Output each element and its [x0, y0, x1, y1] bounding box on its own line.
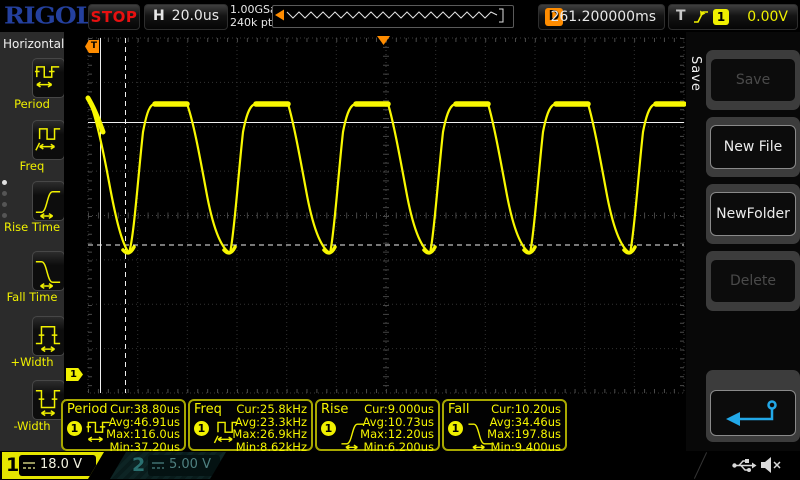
menu-item-freq[interactable] [32, 120, 65, 160]
menu-item-plus-width-label: +Width [0, 355, 64, 369]
run-state-label: STOP [91, 8, 138, 26]
ch1-waveform [88, 98, 684, 253]
channel1-scale: 18.0 V [40, 457, 82, 472]
channel2-number: 2 [132, 454, 145, 476]
usb-icon [731, 457, 757, 474]
rising-edge-icon [691, 7, 711, 27]
trigger-level-value: 0.00V [747, 9, 788, 25]
freq-icon [34, 124, 62, 158]
dc-coupling-icon [22, 461, 36, 472]
new-file-button[interactable]: New File [710, 125, 796, 169]
delay-value: 261.200000ms [550, 9, 656, 25]
menu-item-period[interactable] [32, 58, 65, 98]
trigger-status-box[interactable]: T 1 0.00V [668, 4, 798, 30]
menu-item-rise-time-label: Rise Time [0, 220, 64, 234]
oscilloscope-screen: { "top_bar": { "logo": "RIGOL", "run_sta… [0, 0, 800, 480]
measurement-source-badge: 1 [194, 421, 209, 436]
fall-time-icon [34, 255, 62, 289]
channel2-badge[interactable]: 2 5.00 V [110, 452, 228, 479]
measurement-panel-period[interactable]: Period 1 Cur:38.80us Avg:46.91us Max:116… [61, 399, 186, 451]
menu-page-dot [2, 202, 7, 207]
horizontal-delay-box[interactable]: D 261.200000ms [538, 4, 665, 30]
minus-width-icon [34, 384, 62, 418]
measurement-name: Period [67, 402, 108, 417]
menu-tab-save: Save [688, 56, 703, 92]
menu-item-fall-time-label: Fall Time [0, 290, 64, 304]
trigger-source-badge: 1 [713, 9, 729, 25]
measurement-name: Rise [321, 402, 348, 417]
return-button[interactable] [710, 390, 796, 436]
graticule-and-waveform [64, 32, 686, 399]
measurement-source-badge: 1 [321, 421, 336, 436]
rise-time-icon [34, 185, 62, 219]
channel-status-bar: 1 18.0 V 2 5.00 V [0, 451, 800, 480]
period-icon [34, 62, 62, 96]
horizontal-measure-menu: Horizontal Period Freq Rise Time Fall Ti… [0, 32, 64, 451]
h-label: H [153, 8, 165, 24]
waveform-display [64, 32, 686, 399]
channel1-number: 1 [6, 454, 19, 476]
measurement-name: Freq [194, 402, 222, 417]
trigger-label: T [676, 8, 686, 24]
measurement-source-badge: 1 [67, 421, 82, 436]
menu-page-dot [2, 213, 7, 218]
measurement-source-badge: 1 [448, 421, 463, 436]
speaker-muted-icon [760, 456, 782, 474]
menu-item-minus-width-label: -Width [0, 419, 64, 433]
menu-item-freq-label: Freq [0, 159, 64, 173]
save-button[interactable]: Save [710, 58, 796, 102]
measurement-panel-fall[interactable]: Fall 1 Cur:10.20us Avg:34.46us Max:197.8… [442, 399, 567, 451]
top-status-bar: RIGOL STOP H 20.0us 1.00GSa/s 240k pts D… [0, 0, 800, 32]
new-folder-button[interactable]: NewFolder [710, 192, 796, 236]
waveform-preview-bar[interactable] [272, 5, 514, 28]
horizontal-timebase-box[interactable]: H 20.0us [144, 4, 228, 30]
measurement-panel-rise[interactable]: Rise 1 Cur:9.000us Avg:10.73us Max:12.20… [315, 399, 440, 451]
save-menu: Save Save New File NewFolder Delete [686, 32, 800, 451]
measurement-panel-freq[interactable]: Freq 1 Cur:25.8kHz Avg:23.3kHz Max:26.9k… [188, 399, 313, 451]
menu-item-rise-time[interactable] [32, 181, 65, 221]
channel2-scale: 5.00 V [169, 457, 211, 472]
menu-page-dot-active [2, 180, 7, 185]
measurement-name: Fall [448, 402, 469, 417]
return-arrow-icon [722, 398, 784, 428]
channel1-badge[interactable]: 1 18.0 V [2, 452, 108, 479]
menu-item-plus-width[interactable] [32, 316, 65, 356]
status-divider [694, 452, 707, 479]
dc-coupling-icon [151, 461, 165, 472]
menu-title: Horizontal [3, 37, 64, 51]
run-state-indicator[interactable]: STOP [88, 4, 140, 30]
plus-width-icon [34, 320, 62, 354]
delete-button[interactable]: Delete [710, 259, 796, 303]
menu-item-fall-time[interactable] [32, 251, 65, 291]
timebase-value: 20.0us [172, 8, 219, 24]
menu-page-dot [2, 191, 7, 196]
waveform-preview-icon [273, 6, 511, 25]
rigol-logo: RIGOL [4, 2, 92, 30]
menu-item-period-label: Period [0, 97, 64, 111]
